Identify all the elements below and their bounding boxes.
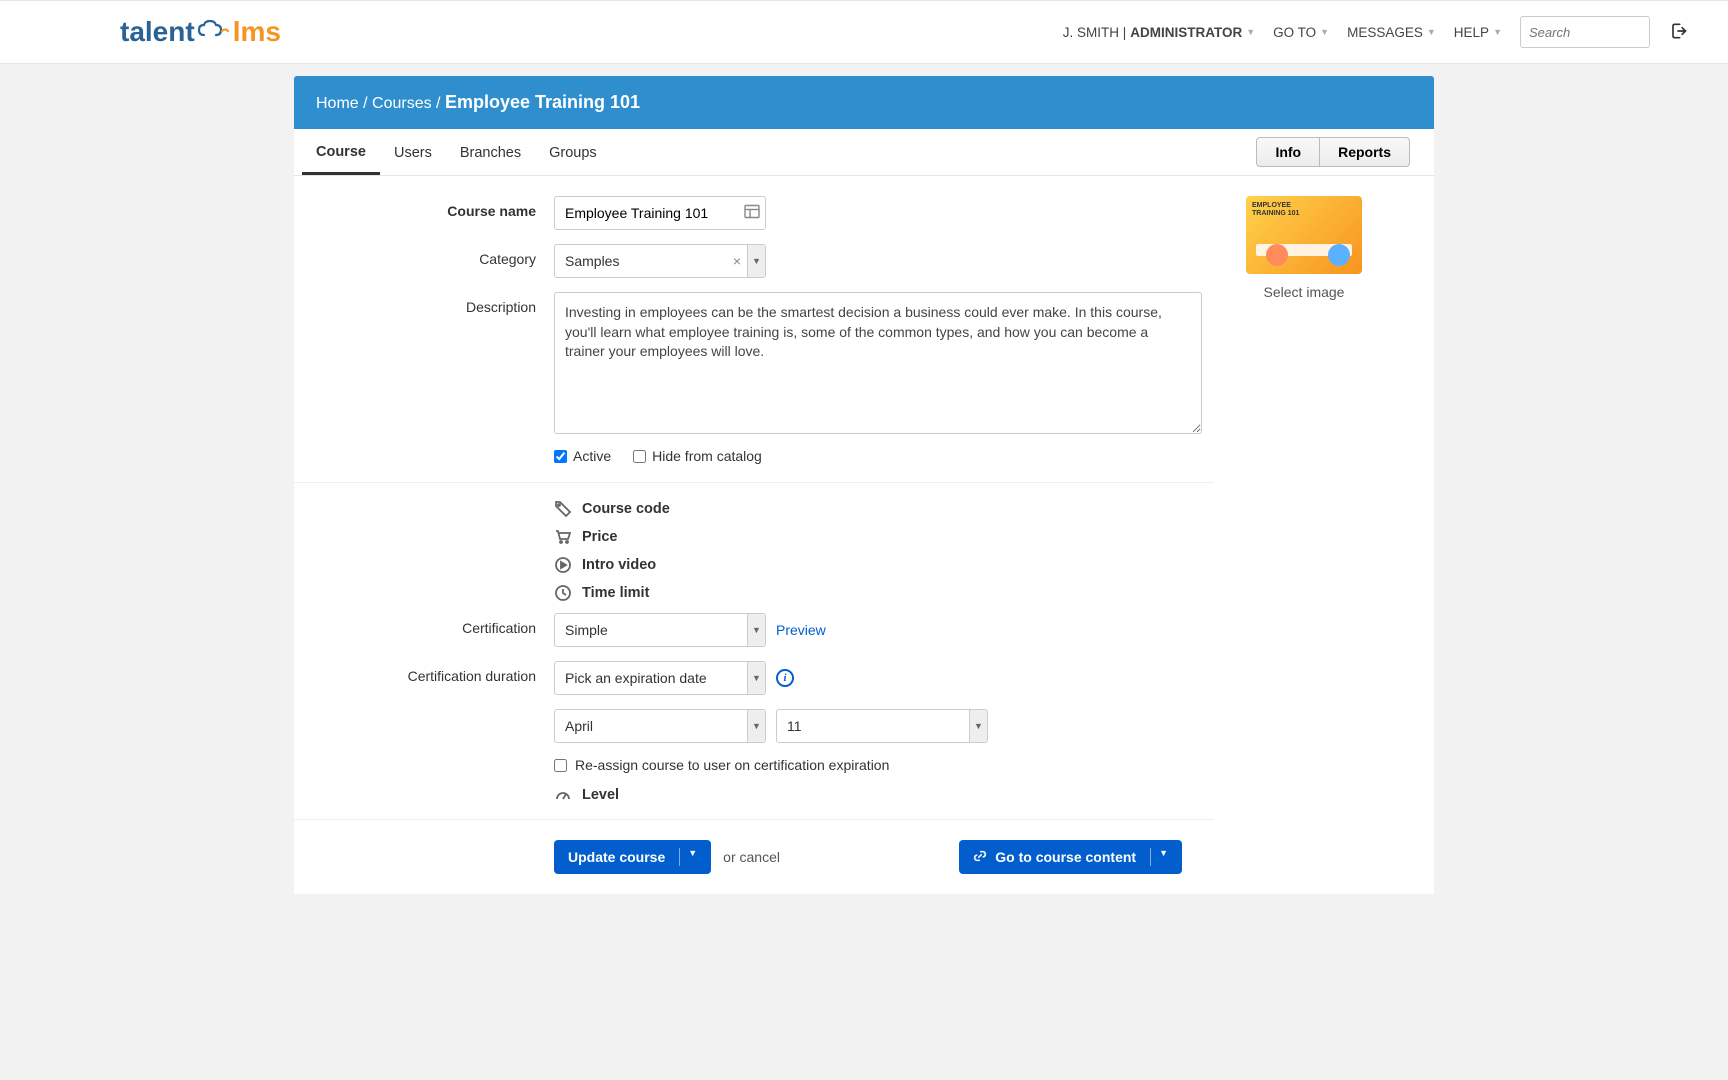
logo-text-lms: lms [233,16,281,48]
update-course-button[interactable]: Update course ▼ [554,840,711,874]
chevron-down-icon[interactable]: ▼ [969,710,987,742]
clear-icon[interactable]: × [727,253,747,269]
chevron-down-icon: ▼ [1427,27,1436,37]
tab-course[interactable]: Course [302,130,380,175]
cancel-link[interactable]: cancel [740,849,780,865]
active-checkbox-input[interactable] [554,450,567,463]
cart-icon [554,529,572,545]
tag-icon [554,501,572,517]
preview-link[interactable]: Preview [776,622,826,638]
certification-value: Simple [555,622,747,638]
reports-button[interactable]: Reports [1320,137,1410,167]
cert-duration-label: Certification duration [294,661,554,684]
cert-duration-value: Pick an expiration date [555,670,747,686]
chevron-down-icon: ▼ [1493,27,1502,37]
logo-text-talent: talent [120,16,195,48]
course-thumbnail[interactable]: EMPLOYEE TRAINING 101 [1246,196,1362,274]
play-icon [554,557,572,573]
nav-help[interactable]: HELP▼ [1454,25,1502,40]
user-name: J. SMITH | [1063,25,1127,40]
info-icon[interactable]: i [776,669,794,687]
logout-icon[interactable] [1668,21,1688,44]
info-button[interactable]: Info [1256,137,1320,167]
chevron-down-icon[interactable]: ▼ [747,614,765,646]
active-checkbox[interactable]: Active [554,448,611,464]
nav-goto[interactable]: GO TO▼ [1273,25,1329,40]
cloud-icon [197,16,231,48]
logo[interactable]: talent lms [120,16,281,48]
reassign-checkbox[interactable]: Re-assign course to user on certificatio… [554,757,889,773]
tab-branches[interactable]: Branches [446,131,535,173]
select-image-link[interactable]: Select image [1214,284,1394,300]
gauge-icon [554,787,572,803]
cert-duration-select[interactable]: Pick an expiration date ▼ [554,661,766,695]
link-icon [973,849,987,866]
top-bar: talent lms J. SMITH | ADMINISTRATOR ▼ GO… [0,0,1728,64]
option-price[interactable]: Price [554,529,1214,545]
day-select[interactable]: 11 ▼ [776,709,988,743]
hide-checkbox[interactable]: Hide from catalog [633,448,762,464]
category-select[interactable]: Samples × ▼ [554,244,766,278]
chevron-down-icon: ▼ [1246,27,1255,37]
user-menu[interactable]: J. SMITH | ADMINISTRATOR ▼ [1063,25,1255,40]
option-intro-video[interactable]: Intro video [554,557,1214,573]
reassign-checkbox-input[interactable] [554,759,567,772]
chevron-down-icon[interactable]: ▼ [679,848,697,866]
breadcrumb-courses[interactable]: Courses [372,95,432,112]
tab-groups[interactable]: Groups [535,131,611,173]
main-container: Home / Courses / Employee Training 101 C… [294,76,1434,894]
category-label: Category [294,244,554,267]
chevron-down-icon: ▼ [1320,27,1329,37]
chevron-down-icon[interactable]: ▼ [747,245,765,277]
nav-messages[interactable]: MESSAGES▼ [1347,25,1436,40]
chevron-down-icon[interactable]: ▼ [747,710,765,742]
chevron-down-icon[interactable]: ▼ [1150,848,1168,866]
option-level[interactable]: Level [554,787,1214,803]
search-input[interactable] [1520,16,1650,48]
option-time-limit[interactable]: Time limit [554,585,1214,601]
certification-select[interactable]: Simple ▼ [554,613,766,647]
day-value: 11 [777,718,969,734]
chevron-down-icon[interactable]: ▼ [747,662,765,694]
tab-users[interactable]: Users [380,131,446,173]
month-select[interactable]: April ▼ [554,709,766,743]
card-icon[interactable] [744,205,760,222]
description-textarea[interactable] [554,292,1202,434]
certification-label: Certification [294,613,554,636]
description-label: Description [294,292,554,315]
cancel-text: or cancel [723,849,780,865]
goto-content-button[interactable]: Go to course content ▼ [959,840,1182,874]
option-course-code[interactable]: Course code [554,501,1214,517]
course-name-input[interactable] [554,196,766,230]
clock-icon [554,585,572,601]
user-role: ADMINISTRATOR [1130,25,1242,40]
course-name-label: Course name [294,196,554,219]
breadcrumb: Home / Courses / Employee Training 101 [294,76,1434,129]
top-nav: J. SMITH | ADMINISTRATOR ▼ GO TO▼ MESSAG… [1063,16,1688,48]
category-value: Samples [555,253,727,269]
tab-bar: Course Users Branches Groups Info Report… [294,129,1434,176]
breadcrumb-current: Employee Training 101 [445,92,640,112]
month-value: April [555,718,747,734]
breadcrumb-home[interactable]: Home [316,95,359,112]
hide-checkbox-input[interactable] [633,450,646,463]
